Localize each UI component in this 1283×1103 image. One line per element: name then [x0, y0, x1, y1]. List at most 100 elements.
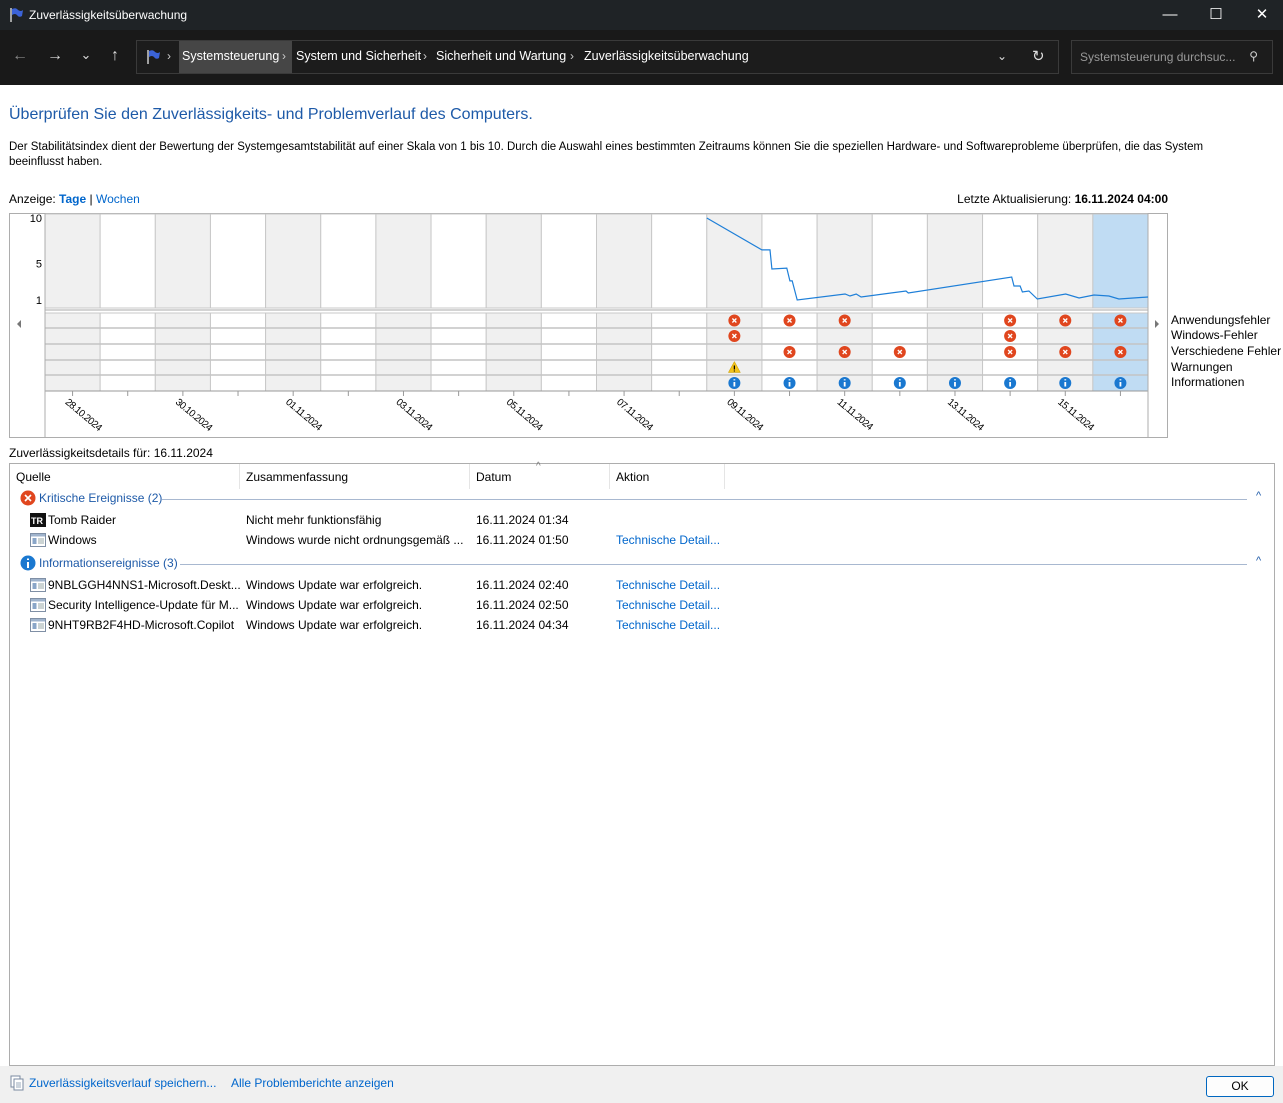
view-days-link[interactable]: Tage [59, 192, 86, 206]
source: 9NHT9RB2F4HD-Microsoft.Copilot [48, 618, 235, 632]
day-column[interactable] [430, 213, 487, 309]
day-column[interactable] [596, 213, 653, 309]
info-icon[interactable] [1059, 377, 1072, 389]
day-column[interactable] [926, 213, 984, 309]
day-column[interactable] [706, 213, 763, 309]
date: 16.11.2024 04:34 [476, 618, 569, 632]
group-header[interactable]: Kritische Ereignisse (2) [20, 490, 162, 506]
column-header-quelle[interactable]: Quelle [10, 464, 240, 489]
error-icon[interactable] [783, 346, 796, 358]
day-column[interactable] [485, 213, 542, 309]
error-icon[interactable] [838, 346, 851, 358]
list-item[interactable]: 9NBLGGH4NNS1-Microsoft.Deskt... Windows … [10, 575, 1274, 595]
info-icon[interactable] [893, 377, 906, 389]
day-events-column[interactable] [209, 312, 267, 392]
list-item[interactable]: TR Tomb Raider Nicht mehr funktionsfähig… [10, 510, 1274, 530]
day-events-column[interactable] [540, 312, 597, 392]
list-item[interactable]: 9NHT9RB2F4HD-Microsoft.Copilot Windows U… [10, 615, 1274, 635]
breadcrumb-system-und-sicherheit[interactable]: System und Sicherheit [296, 49, 421, 63]
day-column[interactable] [154, 213, 211, 309]
list-item[interactable]: Windows Windows wurde nicht ordnungsgemä… [10, 530, 1274, 550]
day-column[interactable] [761, 213, 818, 309]
technical-details-link[interactable]: Technische Detail... [616, 578, 720, 592]
day-column[interactable] [209, 213, 267, 309]
error-icon[interactable] [1004, 314, 1017, 327]
day-events-column[interactable] [375, 312, 432, 392]
error-icon[interactable] [1114, 346, 1127, 358]
forward-button[interactable]: → [44, 47, 66, 65]
technical-details-link[interactable]: Technische Detail... [616, 598, 720, 612]
breadcrumb-systemsteuerung[interactable]: Systemsteuerung [182, 49, 279, 63]
info-icon[interactable] [1114, 377, 1127, 389]
collapse-icon[interactable]: ^ [1256, 555, 1261, 567]
legend-3: Warnungen [1171, 359, 1233, 374]
search-input[interactable]: Systemsteuerung durchsuc... ⚲ [1071, 40, 1273, 74]
error-icon[interactable] [893, 346, 906, 358]
maximize-button[interactable]: ☐ [1193, 0, 1239, 30]
info-icon[interactable] [948, 377, 961, 389]
day-column[interactable] [99, 213, 156, 309]
error-icon[interactable] [1004, 346, 1017, 358]
day-column[interactable] [651, 213, 708, 309]
minimize-button[interactable]: — [1147, 0, 1193, 30]
day-column[interactable] [375, 213, 432, 309]
back-button[interactable]: ← [9, 47, 31, 65]
day-column[interactable] [265, 213, 322, 309]
day-events-column[interactable] [320, 312, 377, 392]
day-column[interactable] [44, 213, 101, 309]
chevron-down-icon[interactable]: ⌄ [997, 49, 1007, 63]
legend-1: Windows-Fehler [1171, 328, 1258, 342]
error-icon[interactable] [728, 314, 741, 327]
ok-button[interactable]: OK [1206, 1076, 1274, 1097]
error-icon[interactable] [838, 314, 851, 327]
breadcrumb-sicherheit-und-wartung[interactable]: Sicherheit und Wartung [436, 49, 566, 63]
day-events-column[interactable] [430, 312, 487, 392]
error-icon[interactable] [783, 314, 796, 327]
error-icon[interactable] [1059, 346, 1072, 358]
reliability-chart[interactable]: 105128.10.2024 30.10.2024 01.11.2024 03.11.… [9, 213, 1168, 438]
refresh-icon[interactable]: ↻ [1032, 47, 1045, 65]
column-header-zusammenfassung[interactable]: Zusammenfassung [240, 464, 470, 489]
technical-details-link[interactable]: Technische Detail... [616, 533, 720, 547]
recent-locations-button[interactable]: ⌄ [75, 47, 97, 63]
info-icon[interactable] [783, 377, 796, 389]
save-history-link[interactable]: Zuverlässigkeitsverlauf speichern... [29, 1076, 216, 1090]
group-header[interactable]: Informationsereignisse (3) [20, 555, 178, 571]
close-button[interactable]: ✕ [1239, 0, 1283, 30]
day-events-column[interactable] [44, 312, 101, 392]
day-column[interactable] [982, 213, 1039, 309]
info-icon[interactable] [728, 377, 741, 389]
day-events-column[interactable] [154, 312, 211, 392]
day-column[interactable] [320, 213, 377, 309]
day-events-column[interactable] [651, 312, 708, 392]
info-icon[interactable] [838, 377, 851, 389]
column-header-aktion[interactable]: Aktion [610, 464, 725, 489]
day-column[interactable] [540, 213, 597, 309]
date: 16.11.2024 01:50 [476, 533, 569, 547]
date: 16.11.2024 02:40 [476, 578, 569, 592]
address-bar[interactable]: › Systemsteuerung › System und Sicherhei… [136, 40, 1059, 74]
error-icon[interactable] [1059, 314, 1072, 327]
search-icon[interactable]: ⚲ [1249, 49, 1258, 63]
error-icon[interactable] [1004, 330, 1017, 342]
day-events-column[interactable] [485, 312, 542, 392]
error-icon[interactable] [728, 330, 741, 342]
all-reports-link[interactable]: Alle Problemberichte anzeigen [231, 1076, 394, 1090]
info-icon [20, 555, 36, 571]
up-button[interactable]: ↑ [104, 47, 126, 65]
details-label: Zuverlässigkeitsdetails für: 16.11.2024 [9, 446, 213, 460]
breadcrumb-zuverlaessigkeit[interactable]: Zuverlässigkeitsüberwachung [584, 49, 749, 63]
group-title: Informationsereignisse (3) [39, 556, 178, 570]
source: 9NBLGGH4NNS1-Microsoft.Deskt... [48, 578, 240, 592]
details-list: Quelle Zusammenfassung Datum ^ Aktion Kr… [9, 461, 1275, 1066]
day-events-column[interactable] [99, 312, 156, 392]
technical-details-link[interactable]: Technische Detail... [616, 618, 720, 632]
day-column[interactable] [1092, 213, 1149, 309]
collapse-icon[interactable]: ^ [1256, 490, 1261, 502]
day-events-column[interactable] [265, 312, 322, 392]
list-item[interactable]: Security Intelligence-Update für M... Wi… [10, 595, 1274, 615]
info-icon[interactable] [1004, 377, 1017, 389]
error-icon[interactable] [1114, 314, 1127, 327]
day-events-column[interactable] [596, 312, 653, 392]
view-weeks-link[interactable]: Wochen [96, 192, 140, 206]
